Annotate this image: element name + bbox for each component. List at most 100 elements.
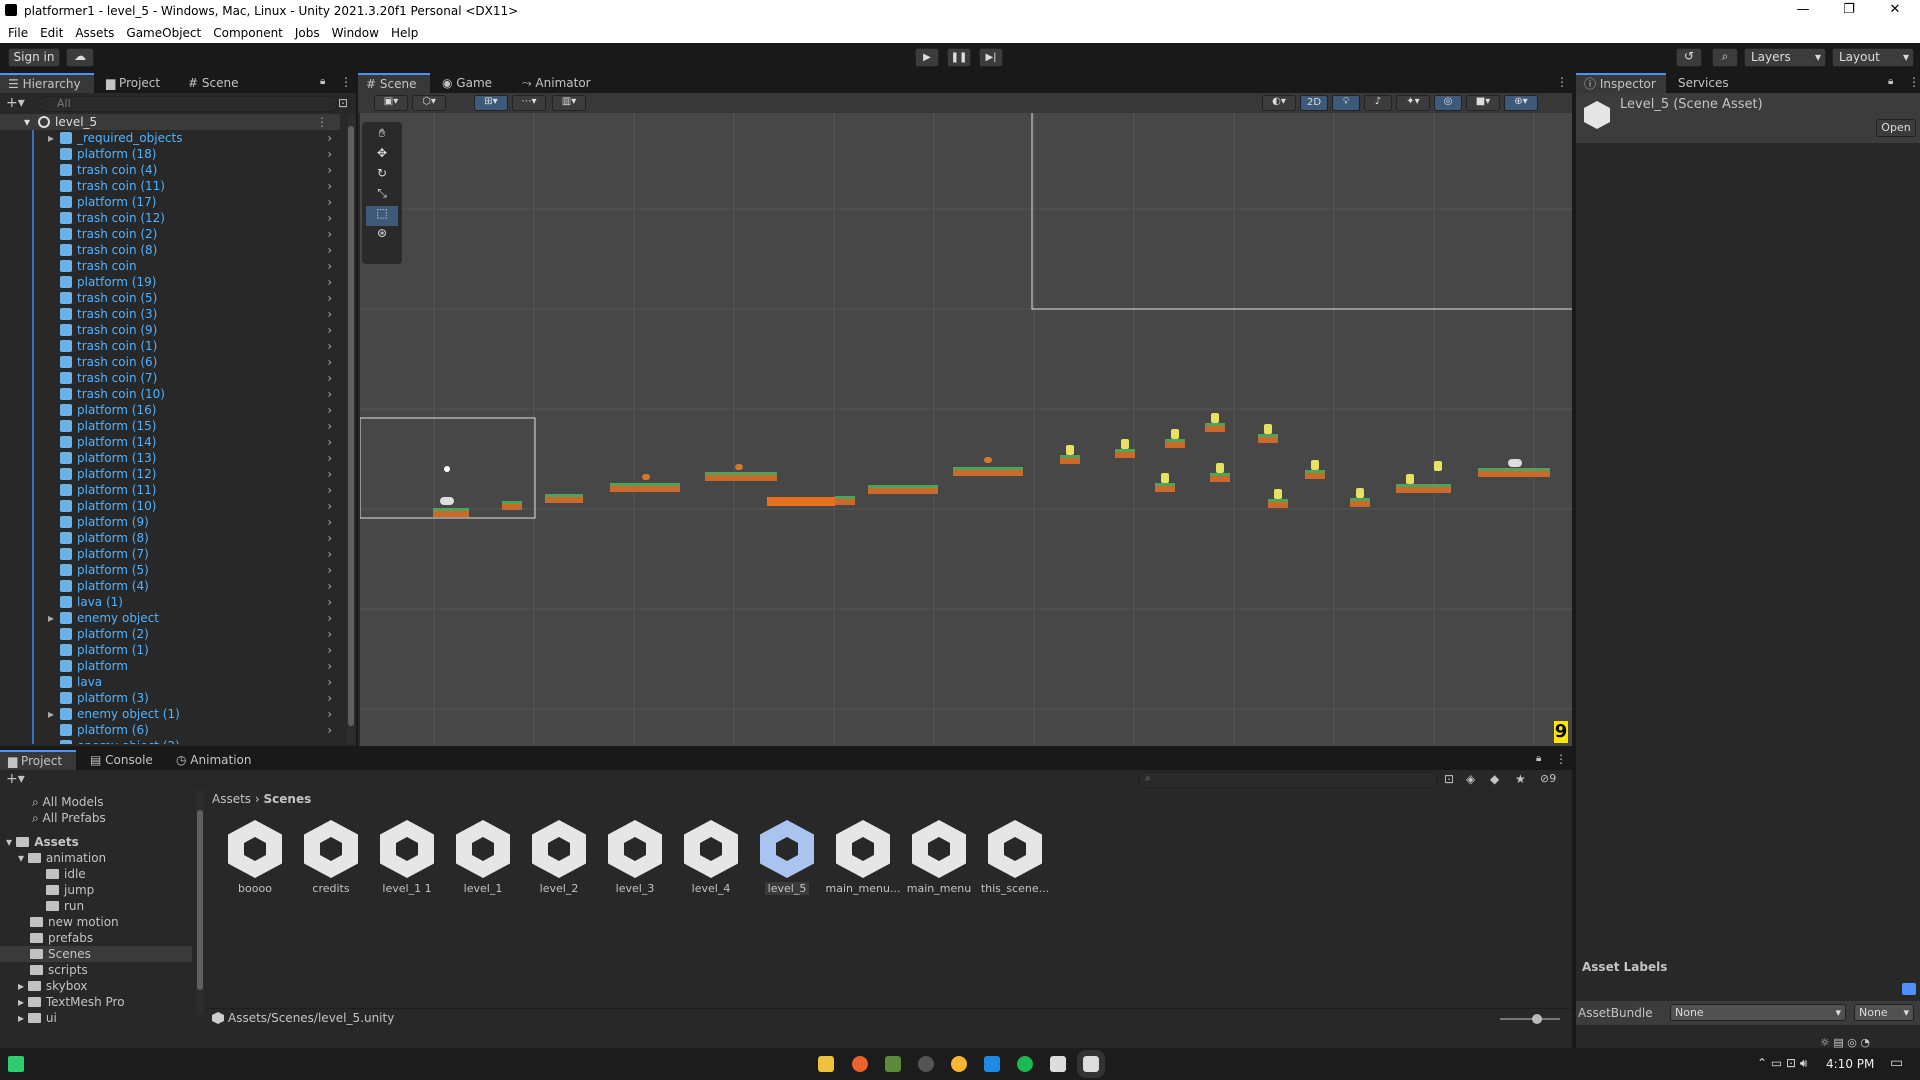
trash-coin[interactable] — [1216, 463, 1224, 473]
icon-size-slider[interactable] — [1500, 1014, 1560, 1024]
chevron-right-icon[interactable]: › — [327, 386, 332, 402]
scene-root-row[interactable]: ▾ level_5 ⋮ — [0, 114, 340, 130]
expand-arrow-icon[interactable]: ▸ — [48, 610, 54, 626]
tab-game[interactable]: ◉ Game — [434, 73, 500, 93]
chevron-right-icon[interactable]: › — [327, 594, 332, 610]
tab-project-bottom[interactable]: ▆ Project — [0, 750, 76, 770]
rect-tool-icon[interactable]: ⬚ — [366, 206, 398, 226]
trash-coin[interactable] — [1161, 473, 1169, 483]
chevron-right-icon[interactable]: › — [327, 130, 332, 146]
kebab-menu-icon[interactable]: ⋮ — [1556, 75, 1568, 89]
render-mode-dropdown[interactable]: ⬡▾ — [412, 95, 446, 111]
hierarchy-item[interactable]: platform (12) › — [0, 466, 340, 482]
chevron-right-icon[interactable]: › — [327, 450, 332, 466]
platform[interactable] — [1268, 499, 1288, 508]
hierarchy-item[interactable]: trash coin › — [0, 258, 340, 274]
platform[interactable] — [433, 508, 469, 517]
add-icon[interactable]: +▾ — [6, 95, 25, 111]
hierarchy-item[interactable]: platform (10) › — [0, 498, 340, 514]
platform[interactable] — [1350, 498, 1370, 507]
toggle-2d-button[interactable]: 2D — [1300, 95, 1328, 111]
layers-dropdown[interactable]: Layers ▾ — [1744, 48, 1826, 67]
chevron-right-icon[interactable]: › — [327, 418, 332, 434]
start-icon[interactable] — [8, 1056, 24, 1072]
platform[interactable] — [1210, 473, 1230, 482]
tray-icons[interactable]: ☼ ▤ ◎ ◔ — [1820, 1036, 1870, 1049]
favorite-all-models[interactable]: ⌕ All Models — [32, 794, 104, 810]
label-tag-icon[interactable] — [1902, 983, 1916, 995]
menu-window[interactable]: Window — [332, 26, 379, 40]
hierarchy-item[interactable]: platform (1) › — [0, 642, 340, 658]
tab-services[interactable]: Services — [1670, 73, 1737, 93]
trash-coin[interactable] — [1066, 445, 1074, 455]
tab-animator[interactable]: ⤳ Animator — [514, 73, 599, 93]
step-button[interactable]: ▶| — [979, 48, 1003, 67]
layout-dropdown[interactable]: Layout ▾ — [1832, 48, 1914, 67]
project-search-input[interactable]: ⌕ — [1138, 772, 1438, 788]
minimize-button[interactable]: — — [1780, 0, 1826, 22]
tree-skybox[interactable]: ▸ skybox — [18, 978, 87, 994]
trash-coin[interactable] — [1171, 429, 1179, 439]
menu-help[interactable]: Help — [391, 26, 418, 40]
trash-coin[interactable] — [1406, 474, 1414, 484]
chevron-right-icon[interactable]: › — [327, 610, 332, 626]
tree-textmesh-pro[interactable]: ▸ TextMesh Pro — [18, 994, 125, 1010]
chevron-right-icon[interactable]: › — [327, 674, 332, 690]
hierarchy-scrollbar[interactable] — [347, 114, 355, 744]
hierarchy-item[interactable]: ▸ enemy object › — [0, 610, 340, 626]
firefox-icon[interactable] — [852, 1056, 868, 1072]
chevron-right-icon[interactable]: › — [327, 402, 332, 418]
clock-text[interactable]: 4:10 PM — [1826, 1057, 1874, 1071]
hierarchy-item[interactable]: platform (3) › — [0, 690, 340, 706]
hierarchy-item[interactable]: platform (18) › — [0, 146, 340, 162]
scene-visibility-icon[interactable]: ◎ — [1434, 95, 1462, 111]
asset-scene-file[interactable]: level_2 — [521, 820, 597, 895]
breadcrumb-assets[interactable]: Assets — [212, 792, 251, 806]
hierarchy-item[interactable]: trash coin (4) › — [0, 162, 340, 178]
platform[interactable] — [868, 485, 938, 494]
chevron-right-icon[interactable]: › — [327, 578, 332, 594]
hierarchy-item[interactable]: platform (9) › — [0, 514, 340, 530]
scrollbar-thumb[interactable] — [348, 126, 354, 726]
kebab-menu-icon[interactable]: ⋮ — [316, 114, 328, 130]
hierarchy-item[interactable]: platform (16) › — [0, 402, 340, 418]
enemy-object[interactable] — [440, 497, 454, 505]
expand-arrow-icon[interactable]: ▸ — [18, 979, 28, 993]
hierarchy-item[interactable]: platform (13) › — [0, 450, 340, 466]
orange-pickup[interactable] — [642, 474, 650, 480]
chevron-right-icon[interactable]: › — [327, 354, 332, 370]
chevron-right-icon[interactable]: › — [327, 162, 332, 178]
grid-visibility-dropdown[interactable]: ⋯▾ — [512, 95, 546, 111]
kebab-menu-icon[interactable]: ⋮ — [1555, 752, 1567, 766]
chevron-right-icon[interactable]: › — [327, 562, 332, 578]
kebab-menu-icon[interactable]: ⋮ — [1908, 75, 1920, 89]
platform[interactable] — [545, 494, 583, 503]
steam-icon[interactable] — [918, 1056, 934, 1072]
hierarchy-item[interactable]: trash coin (12) › — [0, 210, 340, 226]
menu-file[interactable]: File — [8, 26, 28, 40]
open-button[interactable]: Open — [1876, 119, 1916, 137]
enemy-object[interactable] — [1508, 459, 1522, 467]
menu-jobs[interactable]: Jobs — [295, 26, 320, 40]
play-button[interactable]: ▶ — [915, 48, 939, 67]
chevron-right-icon[interactable]: › — [327, 642, 332, 658]
kebab-menu-icon[interactable]: ⋮ — [340, 75, 352, 89]
pause-button[interactable]: ❚❚ — [947, 48, 971, 67]
tree-animation[interactable]: ▾ animation — [18, 850, 106, 866]
hierarchy-item[interactable]: trash coin (9) › — [0, 322, 340, 338]
asset-scene-file[interactable]: main_menu... — [825, 820, 901, 895]
file-explorer-icon[interactable] — [818, 1056, 834, 1072]
platform[interactable] — [953, 467, 1023, 476]
chevron-right-icon[interactable]: › — [327, 178, 332, 194]
chevron-right-icon[interactable]: › — [327, 290, 332, 306]
platform[interactable] — [610, 483, 680, 492]
hierarchy-item[interactable]: trash coin (10) › — [0, 386, 340, 402]
hierarchy-item[interactable]: ▸ enemy object (1) › — [0, 706, 340, 722]
hierarchy-item[interactable]: trash coin (2) › — [0, 226, 340, 242]
search-options-icon[interactable]: ⊡ — [338, 96, 348, 110]
asset-variant-dropdown[interactable]: None ▾ — [1854, 1004, 1914, 1021]
hierarchy-item[interactable]: lava (1) › — [0, 594, 340, 610]
hierarchy-item[interactable]: platform (17) › — [0, 194, 340, 210]
chevron-right-icon[interactable]: › — [327, 546, 332, 562]
tab-scene[interactable]: # Scene — [180, 73, 246, 93]
